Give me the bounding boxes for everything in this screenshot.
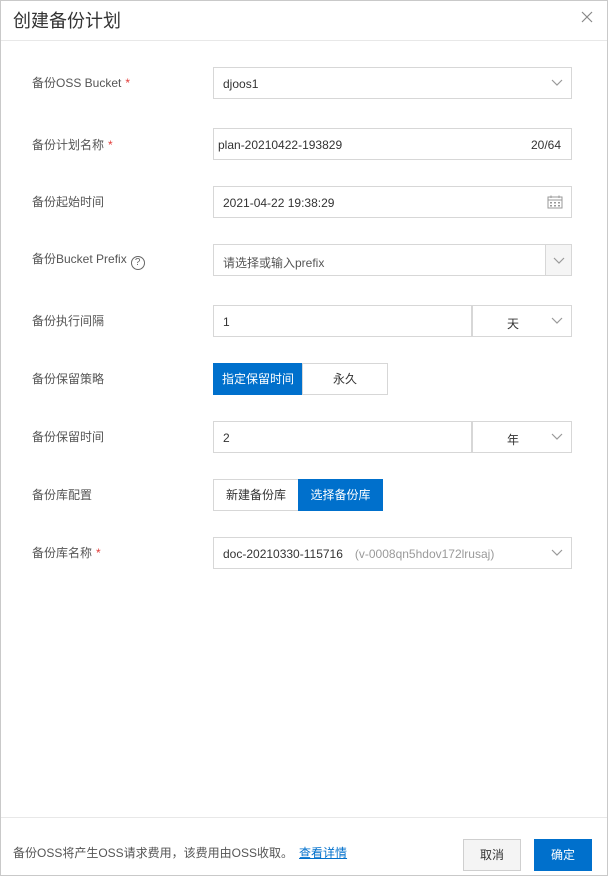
retention-time-label: 备份保留时间: [32, 430, 105, 444]
retention-policy-label: 备份保留策略: [32, 372, 105, 386]
required-mark: *: [96, 546, 101, 560]
interval-input[interactable]: 1: [213, 305, 472, 337]
prefix-combobox[interactable]: 请选择或输入prefix: [213, 244, 572, 276]
retention-unit-value: 年: [507, 433, 520, 447]
vault-id: (v-0008qn5hdov172lrusaj): [354, 547, 495, 561]
prefix-dropdown-toggle[interactable]: [545, 245, 571, 275]
interval-unit-value: 天: [507, 317, 520, 331]
char-counter: 20/64: [530, 138, 561, 152]
calendar-icon[interactable]: [547, 195, 563, 209]
cancel-button[interactable]: 取消: [463, 839, 521, 871]
chevron-down-icon: [553, 257, 565, 264]
create-backup-plan-dialog: 创建备份计划 备份OSS Bucket * djoos1 备份计划名称 * plan…: [0, 0, 608, 876]
vault-config-label: 备份库配置: [32, 488, 93, 502]
retention-time-input[interactable]: 2: [213, 421, 472, 453]
select-vault-option[interactable]: 选择备份库: [298, 479, 383, 511]
fee-note: 备份OSS将产生OSS请求费用，该费用由OSS收取。 查看详情: [13, 846, 348, 860]
close-icon[interactable]: [579, 9, 595, 25]
chevron-down-icon: [551, 549, 563, 556]
retention-permanent-option[interactable]: 永久: [302, 363, 388, 395]
confirm-button[interactable]: 确定: [534, 839, 592, 871]
retention-time-value: 2: [223, 431, 230, 445]
new-vault-option[interactable]: 新建备份库: [213, 479, 299, 511]
vault-name-select[interactable]: doc-20210330-115716 (v-0008qn5hdov172lrus…: [213, 537, 572, 569]
retention-unit-select[interactable]: 年: [472, 421, 572, 453]
plan-name-label: 备份计划名称 *: [32, 138, 113, 152]
chevron-down-icon: [551, 317, 563, 324]
vault-name-value: doc-20210330-115716 (v-0008qn5hdov172lrus…: [223, 547, 495, 561]
start-time-value: 2021-04-22 19:38:29: [223, 196, 335, 210]
plan-name-value: plan-20210422-193829: [218, 138, 343, 152]
interval-label: 备份执行间隔: [32, 314, 105, 328]
chevron-down-icon: [551, 79, 563, 86]
retention-specified-option[interactable]: 指定保留时间: [213, 363, 303, 395]
dialog-title: 创建备份计划: [13, 11, 121, 31]
dialog-header: 创建备份计划: [1, 1, 607, 41]
bucket-value: djoos1: [223, 77, 259, 91]
required-mark: *: [108, 138, 113, 152]
plan-name-input[interactable]: plan-20210422-193829 20/64: [213, 128, 572, 160]
start-time-label: 备份起始时间: [32, 195, 105, 209]
chevron-down-icon: [551, 433, 563, 440]
dialog-footer: 备份OSS将产生OSS请求费用，该费用由OSS收取。 查看详情 取消 确定: [1, 817, 607, 875]
bucket-label: 备份OSS Bucket *: [32, 76, 131, 90]
interval-value: 1: [223, 315, 230, 329]
details-link[interactable]: 查看详情: [299, 846, 347, 860]
prefix-label: 备份Bucket Prefix?: [32, 250, 145, 270]
prefix-placeholder: 请选择或输入prefix: [223, 256, 325, 270]
start-time-picker[interactable]: 2021-04-22 19:38:29: [213, 186, 572, 218]
required-mark: *: [125, 76, 131, 90]
vault-name-label: 备份库名称 *: [32, 546, 101, 560]
interval-unit-select[interactable]: 天: [472, 305, 572, 337]
help-icon[interactable]: ?: [130, 256, 145, 270]
bucket-select[interactable]: djoos1: [213, 67, 572, 99]
